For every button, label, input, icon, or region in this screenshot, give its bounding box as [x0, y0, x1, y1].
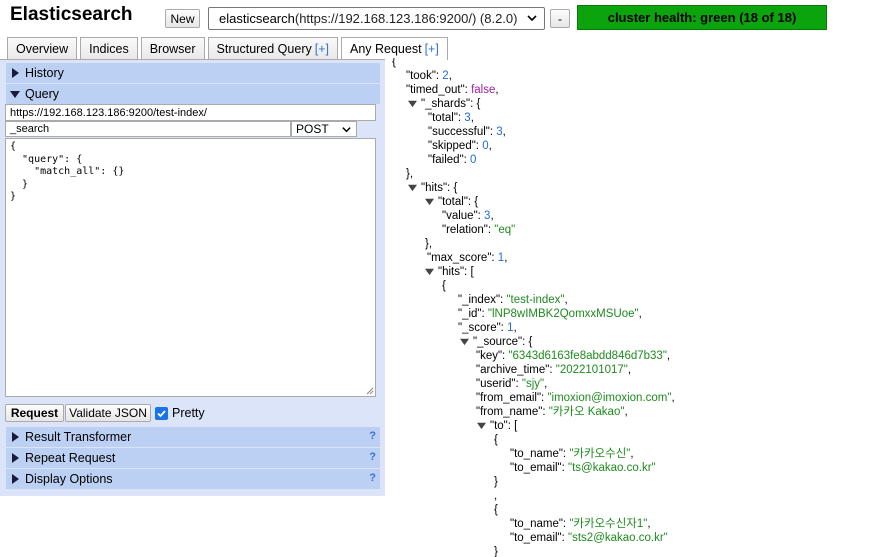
json-line: "to_email": "sts2@kakao.co.kr" [510, 532, 668, 544]
json-line: "to_email": "ts@kakao.co.kr" [510, 462, 656, 474]
triangle-right-icon [12, 474, 19, 484]
app-title: Elasticsearch [10, 4, 133, 25]
result-transformer-header[interactable]: Result Transformer ? [6, 427, 380, 447]
json-line: "_score": 1, [458, 322, 517, 334]
connection-name: elasticsearch [219, 11, 295, 26]
http-method-select[interactable]: POST [291, 121, 357, 137]
tab-label: Overview [16, 41, 69, 56]
history-label: History [25, 66, 64, 80]
json-line: { [392, 58, 396, 68]
remove-connection-button[interactable]: - [550, 9, 570, 28]
json-line: "key": "6343d6163fe8abdd846d7b33", [476, 350, 671, 362]
method-value: POST [296, 122, 329, 136]
help-icon[interactable]: ? [369, 430, 376, 442]
tab-plus: [+] [424, 42, 439, 56]
tab-browser[interactable]: Browser [140, 37, 205, 59]
json-line: "from_name": "카카오 Kakao", [476, 406, 628, 418]
display-options-label: Display Options [25, 472, 113, 486]
triangle-down-icon[interactable] [425, 197, 434, 206]
triangle-down-icon[interactable] [477, 421, 486, 430]
json-line: "skipped": 0, [428, 140, 492, 152]
json-line: "userid": "sjy", [476, 378, 548, 390]
request-url-input[interactable]: https://192.168.123.186:9200/test-index/ [5, 104, 376, 121]
json-line: "total": 3, [428, 112, 474, 124]
help-icon[interactable]: ? [369, 451, 376, 463]
validate-json-button[interactable]: Validate JSON [65, 404, 151, 422]
new-connection-button[interactable]: New [165, 9, 200, 28]
json-line: { [442, 280, 446, 292]
pretty-label: Pretty [172, 406, 205, 420]
json-line: "_index": "test-index", [458, 294, 568, 306]
json-node-hits[interactable]: "hits": { [408, 181, 457, 195]
tab-overview[interactable]: Overview [7, 37, 78, 59]
json-line: } [494, 546, 498, 557]
json-node-source[interactable]: "_source": { [460, 335, 532, 349]
json-line: "to_name": "카카오수신", [510, 448, 634, 460]
check-icon [157, 409, 166, 417]
connection-select[interactable]: elasticsearch (https://192.168.123.186:9… [208, 7, 545, 30]
triangle-down-icon[interactable] [408, 99, 417, 108]
json-line: , [494, 490, 498, 502]
triangle-right-icon [12, 432, 19, 442]
request-path-input[interactable]: _search [5, 121, 291, 137]
tab-label: Structured Query [216, 41, 312, 56]
tab-structured-query[interactable]: Structured Query [+] [207, 37, 338, 59]
json-line: "failed": 0 [428, 154, 477, 166]
tab-indices[interactable]: Indices [80, 37, 138, 59]
chevron-down-icon [527, 15, 537, 22]
json-line: "timed_out": false, [406, 84, 499, 96]
tab-plus: [+] [314, 41, 329, 56]
pretty-toggle[interactable]: Pretty [155, 404, 205, 422]
repeat-request-label: Repeat Request [25, 451, 116, 465]
tab-label: Indices [89, 41, 129, 56]
repeat-request-header[interactable]: Repeat Request ? [6, 448, 380, 468]
json-line: "_id": "lNP8wIMBK2QomxxMSUoe", [458, 308, 642, 320]
main-tabs: Overview Indices Browser Structured Quer… [7, 37, 451, 60]
query-label: Query [25, 87, 60, 101]
json-node-to[interactable]: "to": [ [477, 419, 517, 433]
json-line: "relation": "eq" [442, 224, 516, 236]
tab-any-request[interactable]: Any Request [+] [340, 37, 448, 60]
pretty-checkbox[interactable] [155, 406, 168, 420]
help-icon[interactable]: ? [369, 472, 376, 484]
triangle-down-icon[interactable] [460, 337, 469, 346]
request-button[interactable]: Request [5, 404, 64, 422]
triangle-right-icon [12, 453, 19, 463]
json-node-shards[interactable]: "_shards": { [408, 97, 480, 111]
json-line: }, [406, 168, 414, 180]
request-body-textarea[interactable]: { "query": { "match_all": {} } } [5, 138, 376, 397]
json-line: "successful": 3, [428, 126, 506, 138]
json-line: "max_score": 1, [427, 252, 508, 264]
json-line: }, [425, 238, 433, 250]
json-node-total[interactable]: "total": { [425, 195, 478, 209]
json-line: "to_name": "카카오수신자1", [510, 518, 651, 530]
result-transformer-label: Result Transformer [25, 430, 132, 444]
json-line: "took": 2, [406, 70, 452, 82]
cluster-health-badge: cluster health: green (18 of 18) [577, 5, 827, 30]
json-line: } [494, 476, 498, 488]
json-line: "value": 3, [442, 210, 494, 222]
json-line: "archive_time": "2022101017", [476, 364, 632, 376]
json-line: { [494, 504, 498, 516]
query-section-header[interactable]: Query [6, 84, 380, 104]
triangle-down-icon[interactable] [425, 267, 434, 276]
resize-grip-icon[interactable] [366, 387, 374, 395]
triangle-down-icon[interactable] [408, 183, 417, 192]
tab-label: Browser [149, 41, 196, 56]
response-viewer: { "took": 2, "timed_out": false, "_shard… [390, 58, 872, 557]
triangle-right-icon [12, 68, 19, 78]
triangle-down-icon [10, 91, 20, 98]
json-line: { [494, 434, 498, 446]
json-line: "from_email": "imoxion@imoxion.com", [476, 392, 675, 404]
connection-detail: (https://192.168.123.186:9200/) (8.2.0) [294, 11, 518, 26]
display-options-header[interactable]: Display Options ? [6, 469, 380, 489]
history-section-header[interactable]: History [6, 63, 380, 83]
json-node-hits-array[interactable]: "hits": [ [425, 265, 474, 279]
tab-label: Any Request [349, 42, 422, 56]
request-body-text: { "query": { "match_all": {} } } [10, 141, 125, 202]
chevron-down-icon [342, 127, 351, 133]
